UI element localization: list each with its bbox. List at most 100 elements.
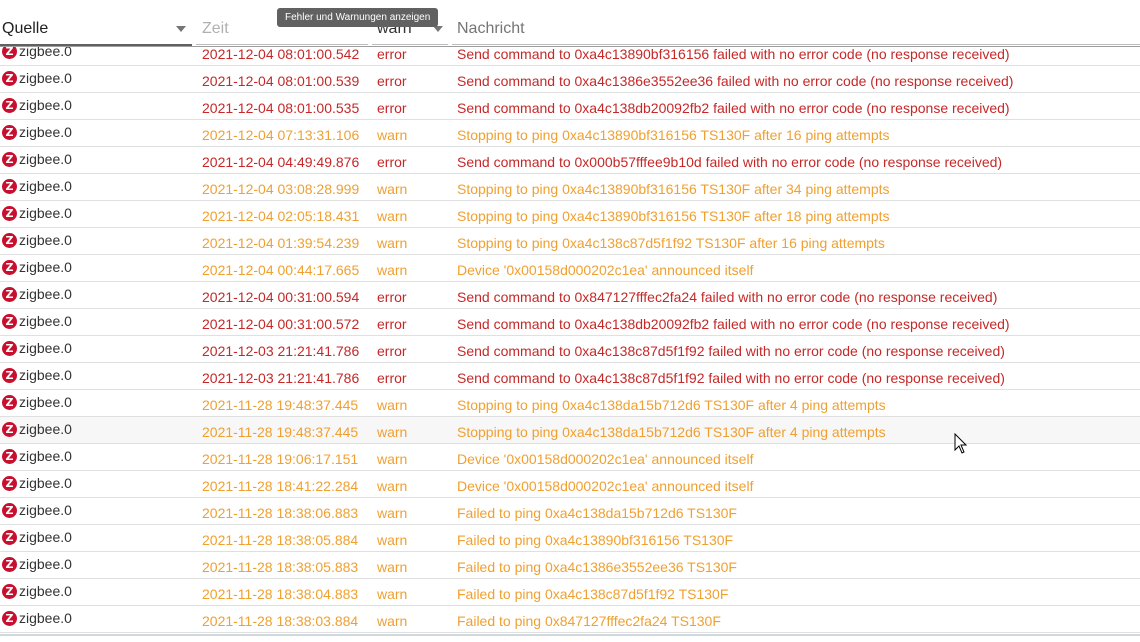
log-row[interactable]: Zzigbee.0 2021-12-04 08:01:00.535 error Sen… xyxy=(0,93,1140,120)
log-source-label: zigbee.0 xyxy=(19,367,72,383)
log-severity: error xyxy=(377,154,407,170)
zigbee-icon: Z xyxy=(2,502,17,518)
log-row[interactable]: Zzigbee.0 2021-11-28 18:38:05.883 warn Fail… xyxy=(0,552,1140,579)
log-message: Send command to 0x847127fffec2fa24 faile… xyxy=(457,289,998,305)
log-source: Zzigbee.0 xyxy=(2,70,72,86)
log-severity: error xyxy=(377,343,407,359)
log-source-label: zigbee.0 xyxy=(19,232,72,248)
zigbee-icon: Z xyxy=(2,448,17,464)
log-time: 2021-12-04 07:13:31.106 xyxy=(202,127,360,143)
log-row[interactable]: Zzigbee.0 2021-11-28 19:06:17.151 warn Devi… xyxy=(0,444,1140,471)
log-time: 2021-11-28 19:48:37.445 xyxy=(202,424,359,440)
log-time: 2021-12-04 08:01:00.535 xyxy=(202,100,360,116)
log-row[interactable]: Zzigbee.0 2021-12-04 01:39:54.239 warn Stop… xyxy=(0,228,1140,255)
log-severity: warn xyxy=(377,397,408,413)
log-row[interactable]: Zzigbee.0 2021-11-28 19:48:37.445 warn Stop… xyxy=(0,417,1140,444)
log-time: 2021-12-03 21:21:41.786 xyxy=(202,343,360,359)
log-severity: error xyxy=(377,100,407,116)
log-time: 2021-12-04 01:39:54.239 xyxy=(202,235,360,251)
severity-filter-underline xyxy=(372,44,448,45)
log-message: Send command to 0xa4c138db20092fb2 faile… xyxy=(457,316,1010,332)
log-message: Failed to ping 0xa4c13890bf316156 TS130F xyxy=(457,532,734,548)
log-time: 2021-11-28 19:48:37.445 xyxy=(202,397,359,413)
log-severity: error xyxy=(377,316,407,332)
log-source-label: zigbee.0 xyxy=(19,97,72,113)
log-message: Stopping to ping 0xa4c138da15b712d6 TS13… xyxy=(457,424,886,440)
log-source-label: zigbee.0 xyxy=(19,205,72,221)
log-source-label: zigbee.0 xyxy=(19,448,72,464)
zigbee-icon: Z xyxy=(2,556,17,572)
source-filter-label: Quelle xyxy=(2,20,49,37)
zigbee-icon: Z xyxy=(2,583,17,599)
log-severity: warn xyxy=(377,208,408,224)
time-filter-input[interactable]: Zeit xyxy=(202,20,229,38)
log-row[interactable]: Zzigbee.0 2021-12-04 00:31:00.572 error Sen… xyxy=(0,309,1140,336)
time-filter-underline xyxy=(196,44,368,45)
zigbee-icon: Z xyxy=(2,70,17,86)
log-message: Device '0x00158d000202c1ea' announced it… xyxy=(457,262,754,278)
log-message: Failed to ping 0x847127fffec2fa24 TS130F xyxy=(457,613,721,629)
log-source-label: zigbee.0 xyxy=(19,394,72,410)
log-message: Stopping to ping 0xa4c13890bf316156 TS13… xyxy=(457,208,890,224)
log-row[interactable]: Zzigbee.0 2021-11-28 18:38:06.883 warn Fail… xyxy=(0,498,1140,525)
log-message: Device '0x00158d000202c1ea' announced it… xyxy=(457,478,754,494)
log-message: Send command to 0xa4c138c87d5f1f92 faile… xyxy=(457,343,1005,359)
log-severity: warn xyxy=(377,181,408,197)
log-row[interactable]: Zzigbee.0 2021-12-04 03:08:28.999 warn Stop… xyxy=(0,174,1140,201)
log-message: Send command to 0xa4c1386e3552ee36 faile… xyxy=(457,73,1014,89)
log-source: Zzigbee.0 xyxy=(2,178,72,194)
log-message: Stopping to ping 0xa4c13890bf316156 TS13… xyxy=(457,127,890,143)
message-filter-underline xyxy=(452,44,1140,45)
log-message: Failed to ping 0xa4c1386e3552ee36 TS130F xyxy=(457,559,737,575)
log-row[interactable]: Zzigbee.0 2021-12-04 00:44:17.665 warn Devi… xyxy=(0,255,1140,282)
log-source: Zzigbee.0 xyxy=(2,340,72,356)
log-severity: warn xyxy=(377,451,408,467)
source-dropdown-icon[interactable] xyxy=(176,26,186,32)
log-time: 2021-12-04 02:05:18.431 xyxy=(202,208,360,224)
log-row[interactable]: Zzigbee.0 2021-11-28 18:38:03.884 warn Fail… xyxy=(0,606,1140,633)
log-time: 2021-11-28 18:38:05.884 xyxy=(202,532,359,548)
log-row[interactable]: Zzigbee.0 2021-11-28 18:38:05.884 warn Fail… xyxy=(0,525,1140,552)
log-time: 2021-11-28 19:06:17.151 xyxy=(202,451,359,467)
log-source-label: zigbee.0 xyxy=(19,340,72,356)
log-severity: warn xyxy=(377,532,408,548)
log-source: Zzigbee.0 xyxy=(2,583,72,599)
log-row[interactable]: Zzigbee.0 2021-11-28 18:38:04.883 warn Fail… xyxy=(0,579,1140,606)
log-row[interactable]: Zzigbee.0 2021-11-28 19:48:37.445 warn Stop… xyxy=(0,390,1140,417)
log-source-label: zigbee.0 xyxy=(19,502,72,518)
log-row[interactable]: Zzigbee.0 2021-11-28 18:41:22.284 warn Devi… xyxy=(0,471,1140,498)
zigbee-icon: Z xyxy=(2,259,17,275)
log-source-label: zigbee.0 xyxy=(19,178,72,194)
log-severity: warn xyxy=(377,586,408,602)
zigbee-icon: Z xyxy=(2,475,17,491)
log-source-label: zigbee.0 xyxy=(19,286,72,302)
log-source: Zzigbee.0 xyxy=(2,259,72,275)
log-message: Failed to ping 0xa4c138da15b712d6 TS130F xyxy=(457,505,737,521)
log-time: 2021-11-28 18:41:22.284 xyxy=(202,478,359,494)
log-row[interactable]: Zzigbee.0 2021-12-03 21:21:41.786 error Sen… xyxy=(0,336,1140,363)
log-row[interactable]: Zzigbee.0 2021-12-04 02:05:18.431 warn Stop… xyxy=(0,201,1140,228)
log-message: Send command to 0xa4c138db20092fb2 faile… xyxy=(457,100,1010,116)
log-row[interactable]: Zzigbee.0 2021-12-04 00:31:00.594 error Sen… xyxy=(0,282,1140,309)
log-source-label: zigbee.0 xyxy=(19,313,72,329)
log-source: Zzigbee.0 xyxy=(2,394,72,410)
log-source: Zzigbee.0 xyxy=(2,97,72,113)
log-message: Device '0x00158d000202c1ea' announced it… xyxy=(457,451,754,467)
log-source: Zzigbee.0 xyxy=(2,610,72,626)
source-filter-underline xyxy=(0,44,192,46)
log-row[interactable]: Zzigbee.0 2021-12-04 07:13:31.106 warn Stop… xyxy=(0,120,1140,147)
log-row[interactable]: Zzigbee.0 2021-12-04 04:49:49.876 error Sen… xyxy=(0,147,1140,174)
log-severity: warn xyxy=(377,559,408,575)
log-time: 2021-11-28 18:38:06.883 xyxy=(202,505,359,521)
log-row[interactable]: Zzigbee.0 2021-12-03 21:21:41.786 error Sen… xyxy=(0,363,1140,390)
zigbee-icon: Z xyxy=(2,178,17,194)
log-time: 2021-12-04 00:44:17.665 xyxy=(202,262,360,278)
log-source-label: zigbee.0 xyxy=(19,124,72,140)
log-time: 2021-11-28 18:38:04.883 xyxy=(202,586,359,602)
log-row[interactable]: Zzigbee.0 2021-12-04 08:01:00.539 error Sen… xyxy=(0,66,1140,93)
log-message: Stopping to ping 0xa4c13890bf316156 TS13… xyxy=(457,181,890,197)
message-filter-input[interactable]: Nachricht xyxy=(457,20,525,38)
log-source: Zzigbee.0 xyxy=(2,367,72,383)
source-filter-select[interactable]: Quelle xyxy=(2,20,190,38)
table-bottom-border xyxy=(0,634,1140,636)
